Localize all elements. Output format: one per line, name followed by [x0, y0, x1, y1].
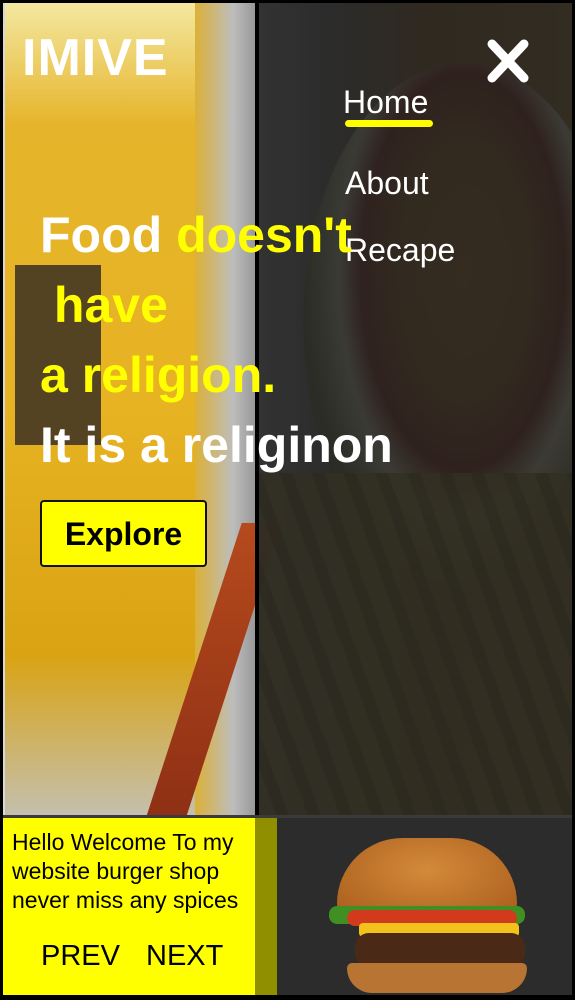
info-panel: Hello Welcome To my website burger shop … — [3, 818, 255, 995]
next-button[interactable]: NEXT — [146, 940, 223, 973]
nav-active-indicator — [345, 120, 433, 127]
nav-item-about[interactable]: About — [345, 163, 429, 203]
burger-thumbnail-image — [277, 818, 572, 995]
info-text-line-2: website burger shop — [12, 858, 220, 884]
explore-button[interactable]: Explore — [40, 500, 207, 567]
prev-button[interactable]: PREV — [41, 940, 120, 973]
headline-have: have — [53, 277, 168, 333]
headline-line-1: Food doesn't — [40, 207, 352, 263]
headline-religion: religion. — [81, 347, 277, 403]
nav-item-home[interactable]: Home — [343, 82, 428, 122]
headline-a: a — [40, 347, 82, 403]
headline-line-3: a religion. — [40, 347, 276, 403]
headline-line-4: It is a religinon — [40, 417, 393, 473]
slide-indicator-strip — [255, 818, 277, 995]
brand-logo[interactable]: IMIVE — [22, 28, 169, 88]
info-text: Hello Welcome To my website burger shop … — [12, 828, 255, 915]
headline-line-2: have — [40, 277, 168, 333]
info-text-line-3: never miss any spices — [12, 887, 239, 913]
headline-doesnt: doesn't — [176, 207, 352, 263]
bun-bottom-shape — [347, 963, 527, 993]
patty-shape — [355, 933, 525, 967]
info-text-line-1: Hello Welcome To my — [12, 829, 234, 855]
close-icon[interactable] — [482, 38, 534, 84]
app-frame: IMIVE Home About Recape Food doesn't hav… — [0, 0, 575, 1000]
hero-headline: Food doesn't have a religion. It is a re… — [40, 200, 500, 480]
headline-food: Food — [40, 207, 177, 263]
